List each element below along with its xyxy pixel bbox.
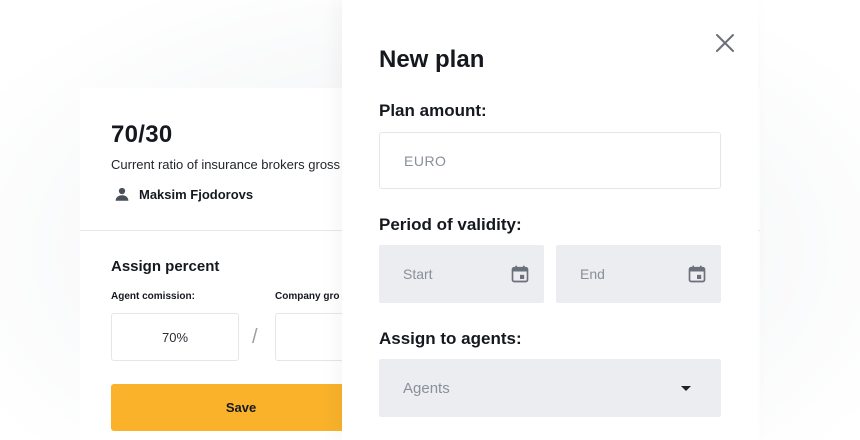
modal-title: New plan	[379, 46, 485, 73]
start-date-input[interactable]: Start	[379, 245, 544, 303]
end-date-input[interactable]: End	[556, 245, 721, 303]
ratio-description: Current ratio of insurance brokers gross	[111, 157, 341, 172]
agent-commission-label: Agent comission:	[111, 291, 195, 302]
assign-agents-label: Assign to agents:	[379, 329, 522, 348]
ratio-separator: /	[252, 326, 258, 348]
calendar-icon[interactable]	[510, 264, 530, 284]
period-label: Period of validity:	[379, 215, 522, 234]
end-date-placeholder: End	[580, 266, 605, 282]
plan-amount-label: Plan amount:	[379, 101, 487, 120]
close-icon[interactable]	[714, 32, 736, 54]
chevron-down-icon	[681, 385, 691, 391]
plan-amount-input[interactable]: EURO	[379, 132, 721, 189]
start-date-placeholder: Start	[403, 266, 433, 282]
company-gross-label: Company gro	[275, 291, 340, 302]
agents-placeholder: Agents	[403, 379, 450, 397]
agents-select[interactable]: Agents	[379, 359, 721, 417]
calendar-icon[interactable]	[687, 264, 707, 284]
plan-amount-placeholder: EURO	[404, 152, 447, 169]
ratio-value: 70/30	[111, 121, 173, 148]
user-name: Maksim Fjodorovs	[139, 186, 254, 202]
user-row: Maksim Fjodorovs	[113, 185, 253, 203]
save-button[interactable]: Save	[111, 384, 371, 431]
new-plan-modal: New plan Plan amount: EURO Period of val…	[342, 0, 758, 440]
assign-percent-title: Assign percent	[111, 258, 220, 275]
user-icon	[115, 187, 129, 201]
agent-commission-input[interactable]: 70%	[111, 313, 239, 361]
